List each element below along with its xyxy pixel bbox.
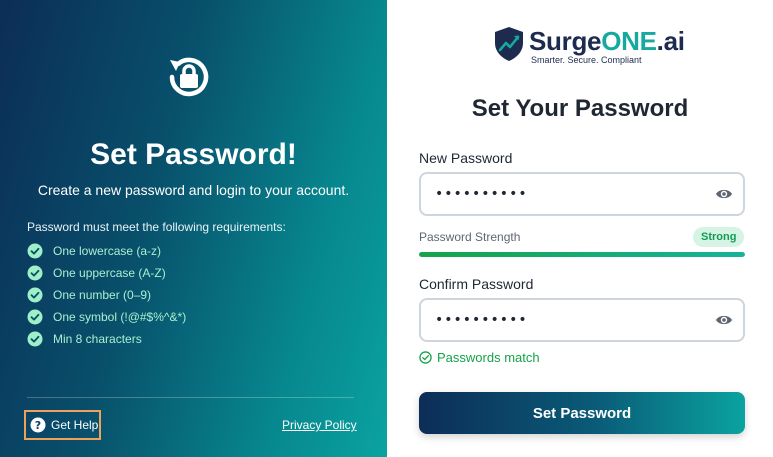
requirement-label: One number (0–9) — [53, 288, 152, 302]
question-circle-icon: ? — [30, 417, 46, 433]
eye-icon[interactable] — [715, 187, 733, 201]
new-password-input[interactable] — [419, 172, 745, 216]
strength-badge: Strong — [693, 227, 745, 247]
right-panel: SurgeONE.ai Smarter. Secure. Compliant S… — [387, 0, 773, 457]
new-password-label: New Password — [419, 150, 513, 166]
requirement-uppercase: One uppercase (A-Z) — [27, 262, 186, 284]
brand-name: SurgeONE.ai — [529, 26, 685, 56]
requirements-title: Password must meet the following require… — [27, 220, 286, 234]
requirement-length: Min 8 characters — [27, 328, 186, 350]
brand-logo: SurgeONE.ai Smarter. Secure. Compliant — [493, 26, 685, 65]
requirement-label: One lowercase (a-z) — [53, 244, 162, 258]
strength-bar — [419, 252, 745, 257]
requirement-symbol: One symbol (!@#$%^&*) — [27, 306, 186, 328]
check-circle-icon — [27, 309, 43, 325]
requirement-label: Min 8 characters — [53, 332, 142, 346]
brand-tagline: Smarter. Secure. Compliant — [531, 55, 642, 65]
strength-bar-fill — [419, 252, 745, 257]
eye-icon[interactable] — [715, 313, 733, 327]
left-title: Set Password! — [90, 138, 297, 171]
left-panel: Set Password! Create a new password and … — [0, 0, 387, 457]
passwords-match-text: Passwords match — [437, 350, 540, 365]
requirement-lowercase: One lowercase (a-z) — [27, 240, 186, 262]
brand-text: SurgeONE.ai Smarter. Secure. Compliant — [529, 26, 685, 65]
check-circle-outline-icon — [419, 351, 432, 364]
requirement-number: One number (0–9) — [27, 284, 186, 306]
privacy-policy-link[interactable]: Privacy Policy — [282, 418, 357, 432]
shield-chart-icon — [495, 27, 523, 61]
check-circle-icon — [27, 331, 43, 347]
get-help-button[interactable]: ? Get Help — [24, 410, 101, 440]
confirm-password-label: Confirm Password — [419, 276, 534, 292]
svg-text:?: ? — [35, 419, 41, 432]
requirements-list: One lowercase (a-z) One uppercase (A-Z) … — [27, 240, 186, 350]
set-password-button[interactable]: Set Password — [419, 392, 745, 434]
form-title: Set Your Password — [471, 95, 689, 122]
check-circle-icon — [27, 287, 43, 303]
password-strength-label: Password Strength — [419, 230, 521, 244]
passwords-match-status: Passwords match — [419, 350, 540, 365]
get-help-label: Get Help — [51, 418, 99, 432]
check-circle-icon — [27, 265, 43, 281]
check-circle-icon — [27, 243, 43, 259]
confirm-password-input[interactable] — [419, 298, 745, 342]
lock-reset-icon — [169, 57, 209, 97]
footer-divider — [27, 397, 354, 398]
left-subtitle: Create a new password and login to your … — [37, 182, 350, 198]
requirement-label: One symbol (!@#$%^&*) — [53, 310, 187, 324]
requirement-label: One uppercase (A-Z) — [53, 266, 166, 280]
